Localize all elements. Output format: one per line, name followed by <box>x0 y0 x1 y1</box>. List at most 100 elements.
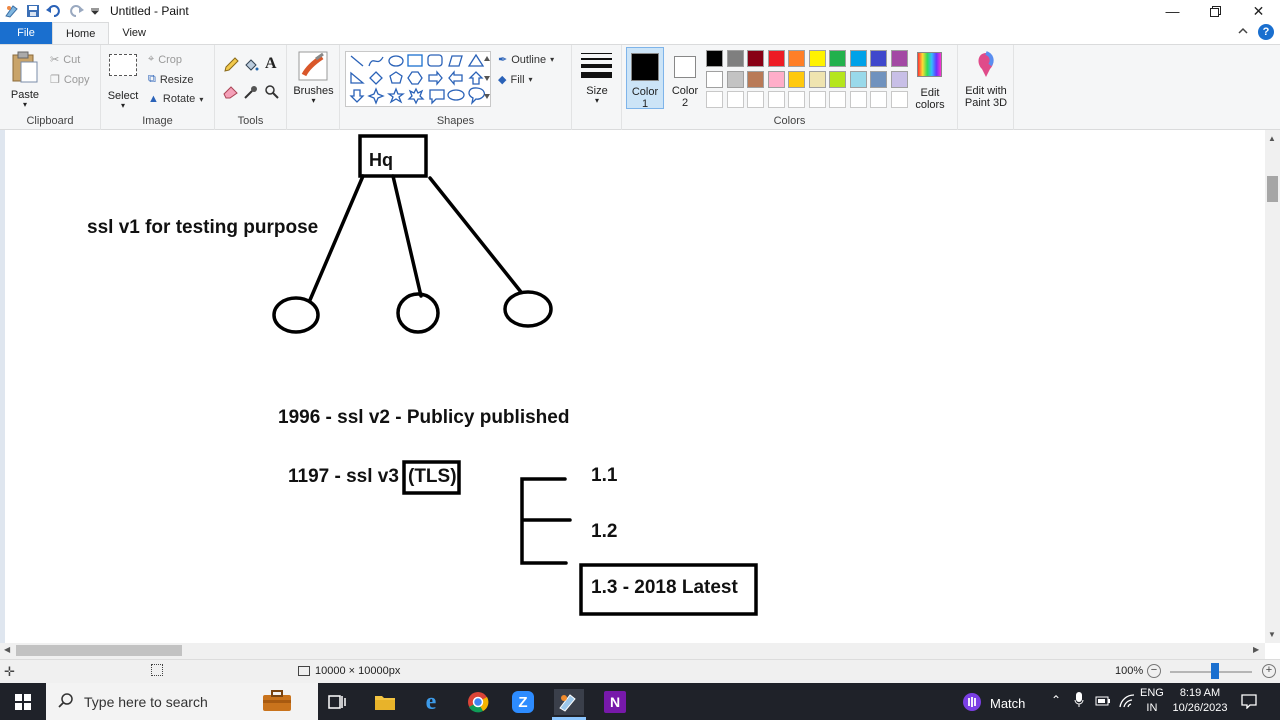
undo-icon[interactable] <box>46 4 62 18</box>
color-swatch[interactable] <box>890 70 908 88</box>
color-swatch[interactable] <box>747 70 764 88</box>
paste-button[interactable]: Paste ▾ <box>6 49 44 111</box>
taskbar-search-box[interactable]: Type here to search <box>46 683 318 720</box>
color-swatch[interactable] <box>747 50 764 67</box>
scroll-left-arrow-icon[interactable]: ◀ <box>4 645 10 654</box>
clock[interactable]: 8:19 AM 10/26/2023 <box>1170 686 1230 716</box>
color-swatch[interactable] <box>788 70 805 88</box>
color-swatch[interactable] <box>706 70 723 88</box>
brushes-group[interactable]: Brushes ▾ <box>287 45 340 130</box>
outline-button[interactable]: ✒ Outline ▾ <box>498 53 554 67</box>
color-swatch[interactable] <box>808 70 826 88</box>
color-swatch[interactable] <box>767 70 785 88</box>
color-swatch[interactable] <box>870 91 887 108</box>
copy-button[interactable]: ❐ Copy <box>50 73 90 87</box>
text-icon[interactable]: A <box>265 55 277 73</box>
collapse-ribbon-icon[interactable] <box>1238 26 1248 38</box>
color-swatch[interactable] <box>726 70 744 88</box>
tab-file[interactable]: File <box>0 22 52 44</box>
eraser-icon[interactable] <box>223 85 239 102</box>
language-indicator[interactable]: ENG IN <box>1140 686 1164 716</box>
color-swatch[interactable] <box>890 50 908 67</box>
crop-button[interactable]: ⌖ Crop <box>148 53 182 66</box>
color-swatch[interactable] <box>890 91 908 108</box>
horizontal-scrollbar[interactable]: ◀ ▶ <box>0 643 1265 659</box>
color-swatch[interactable] <box>767 91 785 108</box>
scroll-right-arrow-icon[interactable]: ▶ <box>1253 645 1259 654</box>
cut-button[interactable]: ✂ Cut <box>50 53 80 67</box>
tab-view[interactable]: View <box>109 22 159 44</box>
select-dropdown-icon[interactable]: ▾ <box>107 100 139 112</box>
clipboard-group-label: Clipboard <box>26 115 74 127</box>
color-swatch[interactable] <box>726 91 744 108</box>
color-swatch[interactable] <box>829 70 846 88</box>
select-button[interactable]: Select ▾ <box>107 51 139 111</box>
horizontal-scroll-thumb[interactable] <box>16 645 182 656</box>
magnifier-icon[interactable] <box>265 85 279 102</box>
edge-icon[interactable]: e <box>418 689 444 715</box>
branch-line-middle <box>391 174 423 298</box>
minimize-button[interactable]: — <box>1151 0 1194 22</box>
tab-home[interactable]: Home <box>52 22 110 44</box>
color-swatch[interactable] <box>870 70 887 88</box>
color-swatch[interactable] <box>849 50 867 67</box>
color-swatch[interactable] <box>829 91 846 108</box>
rotate-button[interactable]: ▲ Rotate ▾ <box>148 93 203 105</box>
vertical-scrollbar[interactable]: ▲ ▼ <box>1265 130 1280 643</box>
fill-bucket-icon[interactable] <box>243 57 259 76</box>
color-swatch[interactable] <box>767 50 785 67</box>
help-icon[interactable]: ? <box>1258 24 1274 40</box>
start-button[interactable] <box>0 683 46 720</box>
zoom-app-icon[interactable]: Z <box>510 689 536 715</box>
color-swatch[interactable] <box>747 91 764 108</box>
color-swatch[interactable] <box>808 50 826 67</box>
color-swatch[interactable] <box>706 91 723 108</box>
wifi-icon[interactable] <box>1119 694 1135 711</box>
scroll-up-arrow-icon[interactable]: ▲ <box>1268 134 1276 143</box>
notifications-icon[interactable] <box>1241 693 1257 712</box>
vertical-scroll-thumb[interactable] <box>1267 176 1278 202</box>
battery-icon[interactable] <box>1095 695 1111 710</box>
color-swatch[interactable] <box>726 50 744 67</box>
window-controls: — ✕ <box>1151 0 1280 22</box>
color2-button[interactable]: Color 2 <box>666 47 704 109</box>
copilot-match-button[interactable]: Match <box>962 692 1025 715</box>
file-explorer-icon[interactable] <box>372 689 398 715</box>
color-swatch[interactable] <box>849 91 867 108</box>
microphone-icon[interactable] <box>1074 692 1084 711</box>
show-hidden-icons[interactable]: ⌃ <box>1051 693 1061 707</box>
color-swatch[interactable] <box>706 50 723 67</box>
size-button[interactable]: Size ▾ <box>572 45 622 130</box>
color-swatch[interactable] <box>808 91 826 108</box>
zoom-slider-thumb[interactable] <box>1211 663 1220 679</box>
edit-with-paint3d-button[interactable]: Edit with Paint 3D <box>958 45 1014 130</box>
maximize-button[interactable] <box>1194 0 1237 22</box>
color-swatch[interactable] <box>849 70 867 88</box>
color-swatch[interactable] <box>788 91 805 108</box>
resize-button[interactable]: ⧉ Resize <box>148 73 193 86</box>
color-picker-icon[interactable] <box>244 85 258 102</box>
zoom-out-button[interactable]: − <box>1147 664 1161 678</box>
color-swatch[interactable] <box>829 50 846 67</box>
zoom-in-button[interactable]: + <box>1262 664 1276 678</box>
onenote-icon[interactable]: N <box>602 689 628 715</box>
close-button[interactable]: ✕ <box>1237 0 1280 22</box>
paste-dropdown-icon[interactable]: ▾ <box>6 99 44 111</box>
tls-1-1-text: 1.1 <box>591 465 618 486</box>
chrome-icon[interactable] <box>465 689 491 715</box>
fill-button[interactable]: ◆ Fill ▾ <box>498 73 533 87</box>
shapes-gallery[interactable] <box>345 51 491 107</box>
redo-icon[interactable] <box>68 4 84 18</box>
color-swatch[interactable] <box>788 50 805 67</box>
color-swatch[interactable] <box>870 50 887 67</box>
color1-button[interactable]: Color 1 <box>626 47 664 110</box>
scroll-down-arrow-icon[interactable]: ▼ <box>1268 630 1276 639</box>
save-icon[interactable] <box>26 4 40 18</box>
task-view-icon[interactable] <box>324 689 350 715</box>
edit-colors-button[interactable]: Edit colors <box>912 49 948 111</box>
drawing-canvas[interactable]: Hq ssl v1 for testing purpose 1996 - ssl… <box>0 130 1265 643</box>
customize-dropdown-icon[interactable] <box>90 6 100 16</box>
pencil-icon[interactable] <box>223 57 239 76</box>
color2-label: Color <box>671 85 699 97</box>
paint-taskbar-icon[interactable] <box>554 689 584 715</box>
